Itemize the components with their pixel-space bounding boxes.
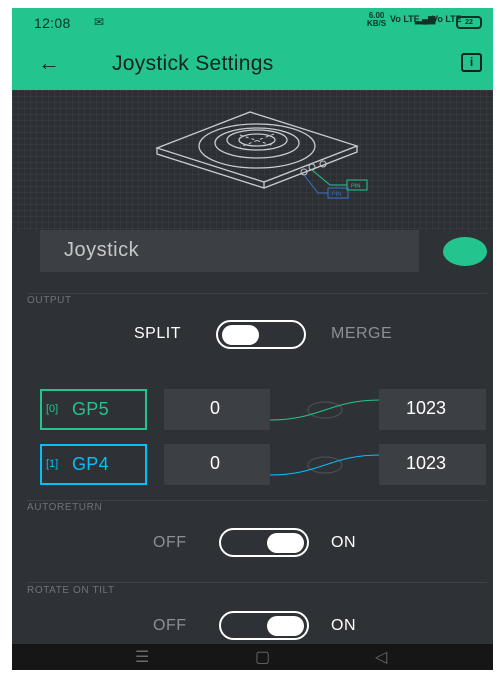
joystick-diagram: PIN PIN: [12, 90, 493, 230]
widget-color-picker[interactable]: [443, 237, 487, 266]
network-speed: 6.00 KB/S: [367, 12, 386, 28]
divider: [27, 582, 487, 583]
autoreturn-on-label: ON: [331, 534, 356, 551]
status-time: 12:08: [34, 15, 71, 31]
info-icon[interactable]: i: [461, 53, 482, 72]
rotate-on-tilt-section-label: ROTATE ON TILT: [27, 585, 115, 596]
pin-index: [1]: [46, 458, 59, 470]
message-icon: ✉: [94, 15, 105, 29]
battery-icon: 22: [456, 16, 482, 29]
arrow-left-icon[interactable]: ←: [38, 50, 60, 76]
phone-screen: 12:08 ✉ 6.00 KB/S Vo LTE ▂▄▆ Vo LTE 22 ←…: [12, 8, 493, 670]
pin-x-min-input[interactable]: 0: [164, 389, 270, 430]
menu-icon[interactable]: ☰: [135, 647, 149, 667]
pin-y-max-input[interactable]: 1023: [379, 444, 486, 485]
toggle-knob: [222, 325, 259, 345]
system-nav-bar: ☰ ▢ ◁: [12, 644, 493, 670]
app-bar: ← Joystick Settings i: [12, 38, 493, 90]
toggle-knob: [267, 533, 304, 553]
pin-index: [0]: [46, 403, 59, 415]
pin-selector-x[interactable]: [0] GP5: [40, 389, 147, 430]
back-icon[interactable]: ◁: [375, 647, 387, 667]
autoreturn-toggle[interactable]: [219, 528, 309, 557]
page-title: Joystick Settings: [112, 52, 274, 75]
diagram-pin-label-2: PIN: [332, 192, 341, 198]
autoreturn-section-label: AUTORETURN: [27, 502, 103, 513]
diagram-pin-label-1: PIN: [351, 184, 360, 190]
range-curve-y: [270, 454, 380, 476]
rotate-off-label: OFF: [153, 617, 187, 634]
merge-label: MERGE: [331, 325, 393, 342]
pin-label: GP5: [72, 399, 109, 419]
output-mode-toggle[interactable]: [216, 320, 306, 349]
divider: [27, 293, 487, 294]
pin-selector-y[interactable]: [1] GP4: [40, 444, 147, 485]
toggle-knob: [267, 616, 304, 636]
rotate-on-tilt-toggle[interactable]: [219, 611, 309, 640]
output-section-label: OUTPUT: [27, 295, 72, 306]
network-speed-unit: KB/S: [367, 19, 387, 28]
rotate-on-label: ON: [331, 617, 356, 634]
home-icon[interactable]: ▢: [255, 647, 270, 667]
joystick-illustration: PIN PIN: [155, 111, 368, 199]
widget-name-input[interactable]: Joystick: [40, 230, 419, 272]
pin-label: GP4: [72, 454, 109, 474]
status-bar: 12:08 ✉ 6.00 KB/S Vo LTE ▂▄▆ Vo LTE 22: [12, 8, 493, 38]
pin-x-max-input[interactable]: 1023: [379, 389, 486, 430]
pin-y-min-input[interactable]: 0: [164, 444, 270, 485]
range-curve-x: [270, 399, 380, 421]
divider: [27, 500, 487, 501]
split-label: SPLIT: [134, 325, 181, 342]
autoreturn-off-label: OFF: [153, 534, 187, 551]
